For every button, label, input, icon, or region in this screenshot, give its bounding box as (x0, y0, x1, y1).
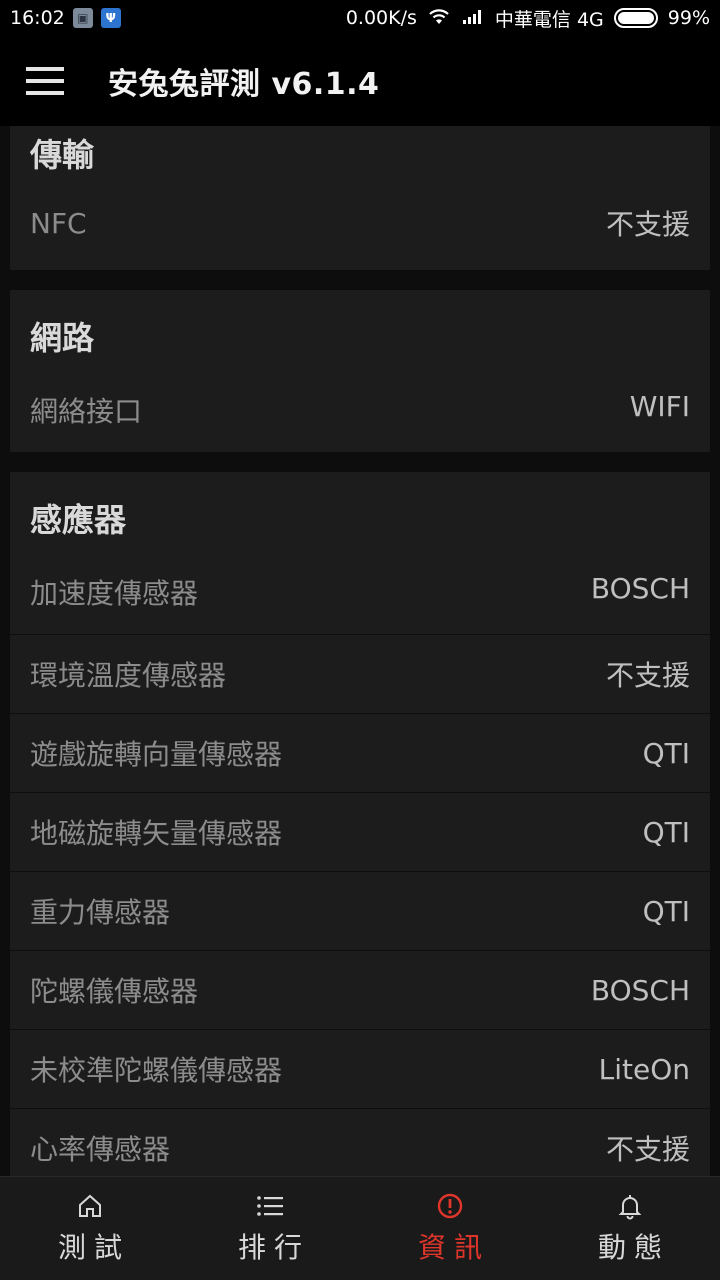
row-value: 不支援 (605, 208, 690, 241)
row-label: 未校準陀螺儀傳感器 (30, 1054, 283, 1087)
home-icon (79, 1194, 101, 1217)
hamburger-icon (26, 67, 64, 95)
info-row-accelerometer: 加速度傳感器 BOSCH (10, 564, 710, 634)
menu-button[interactable] (0, 36, 92, 126)
info-row-gravity: 重力傳感器 QTI (10, 871, 710, 950)
info-content[interactable]: 傳輸 NFC 不支援 網路 網絡接口 WIFI 感應器 加速度傳感器 BOSCH… (0, 126, 720, 1176)
info-row-uncalibrated-gyroscope: 未校準陀螺儀傳感器 LiteOn (10, 1029, 710, 1108)
info-row-geomagnetic-rotation-vector: 地磁旋轉矢量傳感器 QTI (10, 792, 710, 871)
nav-tab-info[interactable]: 資訊 (360, 1177, 540, 1280)
info-row-ambient-temperature: 環境溫度傳感器 不支援 (10, 634, 710, 713)
row-value: LiteOn (598, 1052, 690, 1086)
row-label: 地磁旋轉矢量傳感器 (30, 817, 283, 850)
row-value: 不支援 (605, 659, 690, 692)
row-value: BOSCH (590, 572, 690, 605)
sensors-card: 感應器 加速度傳感器 BOSCH 環境溫度傳感器 不支援 遊戲旋轉向量傳感器 Q… (10, 472, 710, 1176)
nav-tab-ranking[interactable]: 排行 (180, 1177, 360, 1280)
info-row-network-interface: 網絡接口 WIFI (10, 382, 710, 452)
wifi-icon (427, 6, 451, 31)
nav-label: 動態 (597, 1230, 670, 1264)
bell-icon (618, 1194, 642, 1219)
section-title: 感應器 (30, 501, 127, 539)
section-title: 傳輸 (30, 136, 95, 174)
info-row-nfc: NFC 不支援 (10, 176, 710, 270)
row-label: 網絡接口 (30, 395, 143, 428)
nav-label: 排行 (237, 1230, 310, 1264)
battery-icon (613, 8, 658, 28)
row-value: QTI (642, 894, 690, 928)
app-title: 安兔兔評測 v6.1.4 (108, 67, 380, 102)
nav-label: 測試 (57, 1230, 130, 1264)
status-time: 16:02 (10, 7, 65, 29)
carrier-label: 中華電信 4G (494, 8, 604, 31)
usb-notification-icon: Ψ (100, 8, 121, 28)
nav-label: 資訊 (417, 1230, 490, 1264)
transport-card: 傳輸 NFC 不支援 (10, 126, 710, 270)
nav-tab-news[interactable]: 動態 (540, 1177, 720, 1280)
row-label: 心率傳感器 (30, 1133, 171, 1166)
info-row-gyroscope: 陀螺儀傳感器 BOSCH (10, 950, 710, 1029)
info-icon (437, 1193, 463, 1218)
row-label: 加速度傳感器 (30, 577, 199, 610)
app-bar: 安兔兔評測 v6.1.4 (0, 36, 720, 126)
info-row-heart-rate: 心率傳感器 不支援 (10, 1108, 710, 1176)
screenshot-notification-icon: ▣ (72, 8, 93, 28)
section-title: 網路 (30, 319, 95, 357)
row-label: 重力傳感器 (30, 896, 171, 929)
nav-tab-test[interactable]: 測試 (0, 1177, 180, 1280)
row-value: WIFI (629, 390, 690, 423)
signal-icon (461, 6, 485, 31)
network-card: 網路 網絡接口 WIFI (10, 290, 710, 452)
info-row-game-rotation-vector: 遊戲旋轉向量傳感器 QTI (10, 713, 710, 792)
row-value: QTI (642, 815, 690, 849)
row-value: QTI (642, 736, 690, 770)
row-value: BOSCH (590, 973, 690, 1007)
list-icon (257, 1195, 283, 1216)
row-label: 陀螺儀傳感器 (30, 975, 199, 1008)
battery-percent: 99% (667, 7, 710, 29)
row-label: 環境溫度傳感器 (30, 659, 227, 692)
status-bar: 16:02 ▣ Ψ 0.00K/s 中華電信 4G 99% (0, 0, 720, 36)
row-value: 不支援 (605, 1133, 690, 1166)
network-speed: 0.00K/s (345, 7, 417, 29)
row-label: NFC (30, 206, 87, 240)
row-label: 遊戲旋轉向量傳感器 (30, 738, 283, 771)
bottom-nav: 測試 排行 資訊 動態 (0, 1176, 720, 1280)
